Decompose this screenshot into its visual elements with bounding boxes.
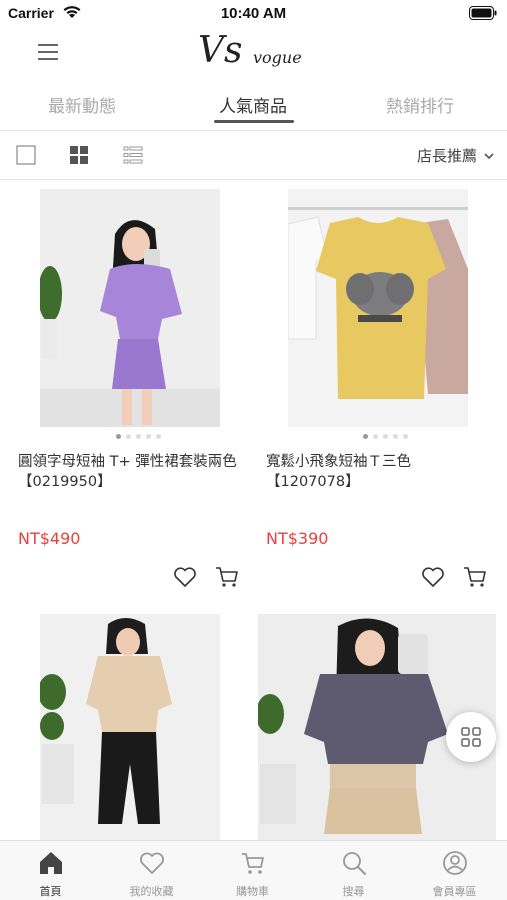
nav-label: 我的收藏 xyxy=(129,885,174,898)
single-view-icon[interactable] xyxy=(16,145,36,165)
add-to-cart-icon[interactable] xyxy=(214,564,240,590)
home-icon xyxy=(40,852,62,874)
sort-dropdown[interactable]: 店長推薦 xyxy=(417,145,495,166)
app-header: Vs vogue xyxy=(0,28,507,80)
carousel-dot xyxy=(126,434,131,439)
carousel-dot xyxy=(383,434,388,439)
cart-icon xyxy=(242,853,264,874)
image-carousel-dots xyxy=(363,434,408,439)
nav-cart[interactable]: 購物車 xyxy=(202,841,303,900)
product-image[interactable] xyxy=(288,189,468,427)
search-icon xyxy=(343,852,366,875)
heart-icon xyxy=(140,852,164,874)
nav-label: 首頁 xyxy=(39,885,62,898)
product-image[interactable] xyxy=(40,614,220,840)
logo-sub-text: vogue xyxy=(253,48,302,67)
list-view-icon[interactable] xyxy=(123,145,143,165)
product-price: NT$490 xyxy=(18,529,81,548)
sort-label: 店長推薦 xyxy=(416,147,477,165)
nav-label: 購物車 xyxy=(236,885,269,898)
logo-main-text: Vs xyxy=(198,30,243,71)
image-carousel-dots xyxy=(116,434,161,439)
chevron-down-icon xyxy=(484,152,494,159)
product-name[interactable]: 寬鬆小飛象短袖Ｔ三色【1207078】 xyxy=(266,452,496,492)
divider xyxy=(0,179,507,180)
nav-label: 搜尋 xyxy=(342,885,365,898)
carousel-dot xyxy=(403,434,408,439)
add-to-cart-icon[interactable] xyxy=(462,564,488,590)
nav-home[interactable]: 首頁 xyxy=(0,841,101,900)
nav-label: 會員專區 xyxy=(432,885,477,898)
active-tab-indicator xyxy=(214,120,294,123)
hamburger-menu-icon[interactable] xyxy=(36,42,60,62)
favorite-heart-icon[interactable] xyxy=(172,564,198,590)
product-photo xyxy=(40,614,220,840)
status-time: 10:40 AM xyxy=(220,5,287,22)
view-toolbar: 店長推薦 xyxy=(0,132,507,178)
tab-latest[interactable]: 最新動態 xyxy=(48,92,116,117)
carousel-dot xyxy=(136,434,141,439)
brand-logo[interactable]: Vs vogue xyxy=(198,30,313,76)
quick-menu-button[interactable] xyxy=(446,712,496,762)
battery-icon xyxy=(469,6,497,20)
nav-search[interactable]: 搜尋 xyxy=(303,841,404,900)
category-tabs: 最新動態 人氣商品 熱銷排行 xyxy=(0,84,507,126)
product-price: NT$390 xyxy=(266,529,329,548)
carousel-dot xyxy=(363,434,368,439)
grid-menu-icon xyxy=(461,727,481,747)
product-photo xyxy=(288,189,468,427)
status-bar: Carrier 10:40 AM xyxy=(0,0,507,28)
grid-view-icon[interactable] xyxy=(69,145,89,165)
carousel-dot xyxy=(146,434,151,439)
favorite-heart-icon[interactable] xyxy=(420,564,446,590)
carousel-dot xyxy=(156,434,161,439)
tab-popular[interactable]: 人氣商品 xyxy=(219,92,287,117)
user-icon xyxy=(443,851,467,875)
carousel-dot xyxy=(116,434,121,439)
bottom-tab-bar: 首頁 我的收藏 購物車 搜尋 會員專區 xyxy=(0,840,507,900)
product-photo xyxy=(40,189,220,427)
carousel-dot xyxy=(393,434,398,439)
tab-bestseller[interactable]: 熱銷排行 xyxy=(386,92,454,117)
product-name[interactable]: 圓領字母短袖 T+ 彈性裙套裝兩色【0219950】 xyxy=(18,452,248,492)
nav-favorites[interactable]: 我的收藏 xyxy=(101,841,202,900)
divider xyxy=(0,130,507,131)
nav-member[interactable]: 會員專區 xyxy=(404,841,505,900)
product-image[interactable] xyxy=(40,189,220,427)
carousel-dot xyxy=(373,434,378,439)
